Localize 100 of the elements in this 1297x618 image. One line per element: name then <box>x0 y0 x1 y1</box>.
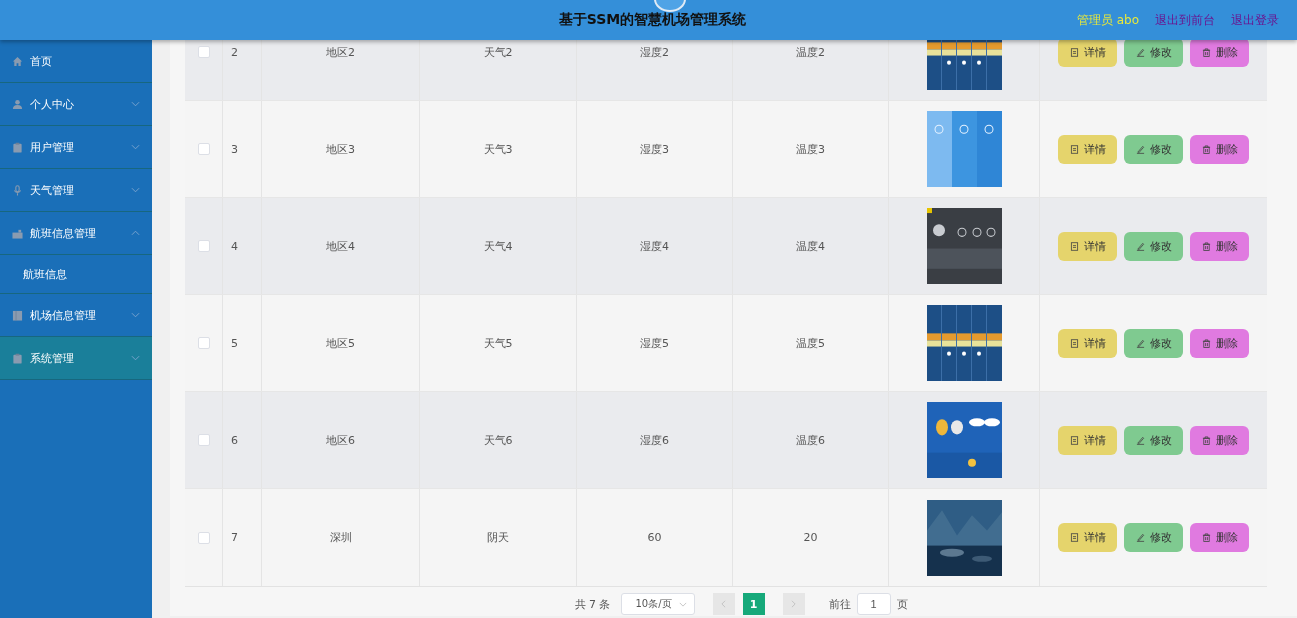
table-cell: 20 <box>803 531 818 544</box>
delete-button[interactable]: 删除 <box>1190 425 1249 455</box>
edit-button[interactable]: 修改 <box>1124 134 1183 164</box>
table-cell: 地区3 <box>326 141 355 157</box>
table-cell: 湿度4 <box>640 238 669 254</box>
chevron-icon <box>131 187 140 193</box>
next-page-button[interactable] <box>782 593 805 615</box>
edit-button[interactable]: 修改 <box>1124 40 1183 67</box>
detail-button[interactable]: 详情 <box>1058 40 1117 67</box>
table-cell: 7 <box>231 531 238 544</box>
chevron-icon <box>131 312 140 318</box>
menu-item[interactable]: 首页 <box>0 40 152 83</box>
table-cell: 天气6 <box>483 432 513 448</box>
table-cell: 地区6 <box>326 432 355 448</box>
chevron-icon <box>678 601 687 607</box>
table-cell: 天气3 <box>483 141 513 157</box>
app-title: 基于SSM的智慧机场管理系统 <box>558 11 747 29</box>
pencil-icon <box>1135 144 1145 154</box>
delete-button[interactable]: 删除 <box>1190 231 1249 261</box>
table-cell: 天气2 <box>483 44 513 60</box>
detail-button[interactable]: 详情 <box>1058 328 1117 358</box>
trash-icon <box>1201 144 1211 154</box>
microphone-icon <box>12 184 23 196</box>
person-icon <box>12 98 23 110</box>
row-checkbox[interactable] <box>197 143 210 155</box>
table-cell: 湿度5 <box>640 335 669 351</box>
delete-button[interactable]: 删除 <box>1190 328 1249 358</box>
menu-item[interactable]: 系统管理 <box>0 337 152 380</box>
table-cell: 湿度6 <box>640 432 669 448</box>
document-icon <box>1069 47 1079 57</box>
table-cell: 3 <box>231 142 238 156</box>
page-size-select[interactable]: 10条/页 <box>620 593 695 615</box>
table-cell: 温度6 <box>796 432 825 448</box>
book-icon <box>12 309 23 321</box>
page-suffix: 页 <box>896 596 908 612</box>
trash-icon <box>1201 435 1211 445</box>
submenu-item[interactable]: 航班信息 <box>0 255 152 294</box>
delete-button[interactable]: 删除 <box>1190 523 1249 552</box>
pencil-icon <box>1135 47 1145 57</box>
delete-button[interactable]: 删除 <box>1190 134 1249 164</box>
detail-button[interactable]: 详情 <box>1058 231 1117 261</box>
row-checkbox[interactable] <box>197 434 210 446</box>
clipboard-icon <box>12 141 23 153</box>
document-icon <box>1069 144 1079 154</box>
pencil-icon <box>1135 338 1145 348</box>
detail-button[interactable]: 详情 <box>1058 425 1117 455</box>
table-cell: 温度5 <box>796 335 825 351</box>
document-icon <box>1069 533 1079 542</box>
table-cell: 湿度3 <box>640 141 669 157</box>
table-cell: 湿度2 <box>640 44 669 60</box>
chevron-icon <box>131 101 140 107</box>
page-button[interactable]: 1 <box>742 593 765 615</box>
menu-item[interactable]: 航班信息管理 <box>0 212 152 255</box>
pencil-icon <box>1135 533 1145 542</box>
pencil-icon <box>1135 241 1145 251</box>
detail-button[interactable]: 详情 <box>1058 134 1117 164</box>
menu-item[interactable]: 天气管理 <box>0 169 152 212</box>
row-checkbox[interactable] <box>197 531 210 544</box>
pencil-icon <box>1135 435 1145 445</box>
table-cell: 地区4 <box>326 238 355 254</box>
menu-item[interactable]: 个人中心 <box>0 83 152 126</box>
chevron-right-icon <box>791 600 796 608</box>
table-cell: 地区2 <box>326 44 355 60</box>
edit-button[interactable]: 修改 <box>1124 328 1183 358</box>
trash-icon <box>1201 241 1211 251</box>
row-checkbox[interactable] <box>197 46 210 58</box>
header-link[interactable]: 退出到前台 <box>1155 11 1215 29</box>
row-checkbox[interactable] <box>197 337 210 349</box>
delete-button[interactable]: 删除 <box>1190 40 1249 67</box>
edit-button[interactable]: 修改 <box>1124 523 1183 552</box>
user-label: 管理员 abo <box>1076 11 1139 29</box>
clipboard-icon <box>12 352 23 364</box>
detail-button[interactable]: 详情 <box>1058 523 1117 552</box>
chevron-left-icon <box>721 600 726 608</box>
table-cell: 6 <box>231 433 238 447</box>
table-cell: 天气4 <box>483 238 513 254</box>
header-link[interactable]: 退出登录 <box>1231 11 1279 29</box>
table-cell: 深圳 <box>329 530 352 545</box>
table-cell: 天气5 <box>483 335 513 351</box>
table-cell: 5 <box>231 336 238 350</box>
briefcase-icon <box>12 227 23 239</box>
total-count: 共 7 条 <box>574 596 611 612</box>
table-cell: 温度4 <box>796 238 825 254</box>
table-cell: 温度2 <box>796 44 825 60</box>
trash-icon <box>1201 47 1211 57</box>
table-cell: 4 <box>231 239 238 253</box>
table-cell: 温度3 <box>796 141 825 157</box>
home-icon <box>12 55 23 67</box>
menu-item[interactable]: 用户管理 <box>0 126 152 169</box>
edit-button[interactable]: 修改 <box>1124 425 1183 455</box>
prev-page-button[interactable] <box>712 593 735 615</box>
page-input[interactable]: 1 <box>856 593 891 615</box>
document-icon <box>1069 338 1079 348</box>
table-cell: 2 <box>231 45 238 59</box>
edit-button[interactable]: 修改 <box>1124 231 1183 261</box>
table-cell: 地区5 <box>326 335 355 351</box>
document-icon <box>1069 435 1079 445</box>
chevron-icon <box>131 144 140 150</box>
trash-icon <box>1201 533 1211 542</box>
row-checkbox[interactable] <box>197 240 210 252</box>
